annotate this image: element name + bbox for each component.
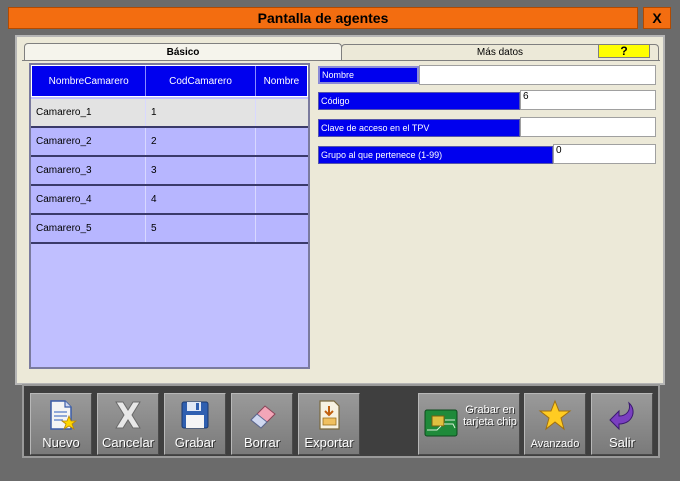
grupo-field[interactable]: 0 <box>553 144 656 164</box>
nombre-label: Nombre <box>318 66 419 84</box>
exit-button-label: Salir <box>608 435 635 450</box>
cell-cod: 5 <box>146 215 256 242</box>
tab-mas-datos-label: Más datos <box>476 47 524 58</box>
table-row[interactable]: Camarero_3 3 <box>31 157 308 186</box>
cell-cod: 1 <box>146 99 256 126</box>
advanced-button[interactable]: Avanzado <box>524 393 586 455</box>
column-header-codcamarero[interactable]: CodCamarero <box>146 66 256 96</box>
save-button[interactable]: Grabar <box>164 393 226 455</box>
advanced-button-label: Avanzado <box>530 438 580 450</box>
grid-header: NombreCamarero CodCamarero Nombre <box>31 65 308 97</box>
column-header-nombre[interactable]: Nombre <box>256 66 307 96</box>
nombre-field[interactable] <box>419 65 656 85</box>
cell-extra <box>256 215 308 242</box>
cancel-x-icon <box>111 398 145 435</box>
exit-arrow-icon <box>605 398 639 435</box>
close-button[interactable]: X <box>643 7 671 29</box>
write-chip-card-button[interactable]: Grabar en tarjeta chip <box>418 393 520 455</box>
tab-divider <box>22 60 660 61</box>
exit-button[interactable]: Salir <box>591 393 653 455</box>
chip-card-icon <box>423 406 459 443</box>
table-row[interactable]: Camarero_4 4 <box>31 186 308 215</box>
window-title-bar: Pantalla de agentes <box>8 7 638 29</box>
tab-basico-label: Básico <box>166 47 200 58</box>
export-document-icon <box>312 398 346 435</box>
cell-nombre: Camarero_3 <box>31 157 146 184</box>
new-button[interactable]: Nuevo <box>30 393 92 455</box>
table-row[interactable]: Camarero_1 1 <box>31 99 308 128</box>
grupo-label: Grupo al que pertenece (1-99) <box>318 146 553 164</box>
window-title: Pantalla de agentes <box>257 10 389 26</box>
save-button-label: Grabar <box>174 435 216 450</box>
tab-basico[interactable]: Básico <box>24 43 342 61</box>
clave-label: Clave de acceso en el TPV <box>318 119 520 137</box>
new-button-label: Nuevo <box>42 435 80 450</box>
cell-nombre: Camarero_2 <box>31 128 146 155</box>
export-button-label: Exportar <box>304 435 354 450</box>
cell-cod: 4 <box>146 186 256 213</box>
codigo-label: Código <box>318 92 520 110</box>
write-chip-card-label: Grabar en tarjeta chip <box>463 404 517 428</box>
table-row[interactable]: Camarero_5 5 <box>31 215 308 244</box>
cell-nombre: Camarero_1 <box>31 99 146 126</box>
cell-extra <box>256 99 308 126</box>
star-icon <box>538 398 572 435</box>
floppy-disk-icon <box>178 398 212 435</box>
cell-nombre: Camarero_4 <box>31 186 146 213</box>
clave-field[interactable] <box>520 117 656 137</box>
help-button[interactable]: ? <box>598 44 650 58</box>
cell-extra <box>256 186 308 213</box>
column-header-nombrecamarero[interactable]: NombreCamarero <box>32 66 147 96</box>
new-document-icon <box>44 398 78 435</box>
eraser-icon <box>245 398 279 435</box>
codigo-field[interactable]: 6 <box>520 90 656 110</box>
cell-extra <box>256 128 308 155</box>
table-row[interactable]: Camarero_2 2 <box>31 128 308 157</box>
cell-cod: 2 <box>146 128 256 155</box>
cancel-button[interactable]: Cancelar <box>97 393 159 455</box>
cancel-button-label: Cancelar <box>101 435 155 450</box>
cell-cod: 3 <box>146 157 256 184</box>
agents-grid[interactable]: NombreCamarero CodCamarero Nombre Camare… <box>29 63 310 369</box>
cell-extra <box>256 157 308 184</box>
cell-nombre: Camarero_5 <box>31 215 146 242</box>
close-label: X <box>652 10 662 26</box>
delete-button-label: Borrar <box>243 435 281 450</box>
export-button[interactable]: Exportar <box>298 393 360 455</box>
help-label: ? <box>620 44 628 58</box>
delete-button[interactable]: Borrar <box>231 393 293 455</box>
